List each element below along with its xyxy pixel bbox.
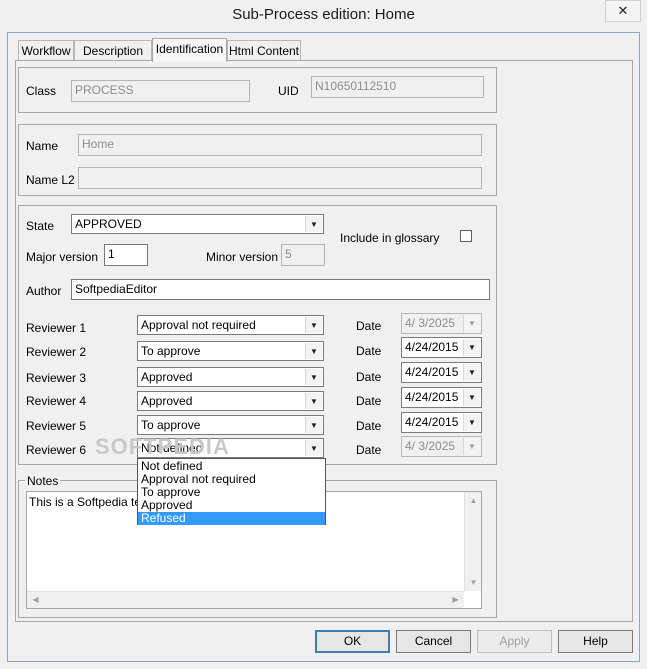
close-button[interactable]: ✕ — [605, 0, 641, 22]
vertical-scrollbar[interactable]: ▲ ▼ — [464, 492, 481, 591]
tab-label: Description — [82, 44, 144, 58]
reviewer-date-picker[interactable]: 4/24/2015 ▼ — [401, 337, 482, 358]
chevron-down-icon: ▼ — [463, 438, 480, 455]
name-field: Home — [78, 134, 482, 156]
reviewer-label: Reviewer 1 — [26, 321, 87, 335]
reviewer-status-value: Approval not required — [141, 318, 256, 332]
tab-identification[interactable]: Identification — [152, 38, 227, 62]
ok-button[interactable]: OK — [315, 630, 390, 653]
tab-label: Workflow — [21, 44, 71, 58]
scroll-down-icon[interactable]: ▼ — [465, 578, 482, 587]
major-version-field[interactable]: 1 — [104, 244, 148, 266]
reviewer-status-select[interactable]: To approve ▼ — [137, 341, 324, 361]
cancel-button[interactable]: Cancel — [396, 630, 471, 653]
reviewer-date-value: 4/ 3/2025 — [405, 439, 456, 453]
reviewer-date-value: 4/24/2015 — [405, 415, 459, 429]
name-l2-field — [78, 167, 482, 189]
tab-html-content[interactable]: Html Content — [227, 40, 301, 61]
date-label: Date — [356, 443, 382, 457]
reviewer-status-value: Approved — [141, 394, 193, 408]
close-icon: ✕ — [617, 3, 629, 18]
horizontal-scrollbar[interactable]: ◀ ▶ — [27, 591, 464, 608]
reviewer-label: Reviewer 3 — [26, 371, 87, 385]
major-version-label: Major version — [26, 250, 99, 264]
reviewer-status-select[interactable]: Approved ▼ — [137, 391, 324, 411]
help-button[interactable]: Help — [558, 630, 633, 653]
chevron-down-icon[interactable]: ▼ — [305, 369, 322, 385]
chevron-down-icon[interactable]: ▼ — [305, 417, 322, 433]
reviewer-status-select[interactable]: Approved ▼ — [137, 367, 324, 387]
scroll-left-icon[interactable]: ◀ — [27, 595, 44, 604]
reviewer-status-value: To approve — [141, 344, 201, 358]
scroll-up-icon[interactable]: ▲ — [465, 496, 482, 505]
reviewer-date-value: 4/24/2015 — [405, 365, 459, 379]
state-label: State — [26, 219, 55, 233]
reviewer-status-value: Approved — [141, 370, 193, 384]
reviewer-label: Reviewer 5 — [26, 419, 87, 433]
dropdown-option-highlighted[interactable]: Refused — [138, 512, 325, 525]
minor-version-field: 5 — [281, 244, 325, 266]
class-label: Class — [26, 84, 57, 98]
reviewer-date-picker[interactable]: 4/24/2015 ▼ — [401, 387, 482, 408]
reviewer-status-dropdown-list: Not defined Approval not required To app… — [137, 458, 326, 525]
glossary-checkbox[interactable] — [460, 230, 472, 242]
reviewer-date-value: 4/ 3/2025 — [405, 316, 456, 330]
tab-label: Identification — [155, 42, 224, 56]
reviewer-status-select[interactable]: To approve ▼ — [137, 415, 324, 435]
reviewer-date-picker: 4/ 3/2025 ▼ — [401, 313, 482, 334]
reviewer-status-select[interactable]: Approval not required ▼ — [137, 315, 324, 335]
reviewer-date-picker[interactable]: 4/24/2015 ▼ — [401, 412, 482, 433]
tab-strip: Workflow Description Identification Html… — [15, 38, 301, 62]
date-label: Date — [356, 344, 382, 358]
minor-version-label: Minor version — [206, 250, 279, 264]
watermark: SOFTPEDIA — [95, 434, 230, 459]
uid-label: UID — [278, 84, 299, 98]
chevron-down-icon[interactable]: ▼ — [305, 317, 322, 333]
author-field[interactable]: SoftpediaEditor — [71, 279, 490, 300]
state-select[interactable]: APPROVED ▼ — [71, 214, 324, 234]
state-value: APPROVED — [75, 217, 142, 231]
author-label: Author — [26, 284, 62, 298]
tab-description[interactable]: Description — [74, 40, 152, 61]
reviewer-date-value: 4/24/2015 — [405, 340, 459, 354]
date-label: Date — [356, 394, 382, 408]
date-label: Date — [356, 419, 382, 433]
date-label: Date — [356, 370, 382, 384]
scroll-right-icon[interactable]: ▶ — [447, 595, 464, 604]
date-label: Date — [356, 319, 382, 333]
chevron-down-icon[interactable]: ▼ — [305, 393, 322, 409]
glossary-label: Include in glossary — [340, 231, 440, 245]
reviewer-date-picker[interactable]: 4/24/2015 ▼ — [401, 362, 482, 383]
window-title: Sub-Process edition: Home — [232, 6, 415, 23]
reviewer-label: Reviewer 4 — [26, 394, 87, 408]
class-field: PROCESS — [71, 80, 250, 102]
chevron-down-icon: ▼ — [463, 315, 480, 332]
chevron-down-icon[interactable]: ▼ — [463, 364, 480, 381]
reviewer-status-value: To approve — [141, 418, 201, 432]
chevron-down-icon[interactable]: ▼ — [305, 216, 322, 232]
chevron-down-icon[interactable]: ▼ — [305, 440, 322, 456]
reviewer-label: Reviewer 6 — [26, 443, 87, 457]
reviewer-label: Reviewer 2 — [26, 345, 87, 359]
tab-label: Html Content — [228, 44, 300, 58]
reviewer-date-value: 4/24/2015 — [405, 390, 459, 404]
chevron-down-icon[interactable]: ▼ — [463, 414, 480, 431]
name-label: Name — [26, 139, 59, 153]
reviewer-date-picker: 4/ 3/2025 ▼ — [401, 436, 482, 457]
tab-workflow[interactable]: Workflow — [18, 40, 74, 61]
chevron-down-icon[interactable]: ▼ — [305, 343, 322, 359]
chevron-down-icon[interactable]: ▼ — [463, 339, 480, 356]
chevron-down-icon[interactable]: ▼ — [463, 389, 480, 406]
notes-label: Notes — [25, 474, 61, 488]
notes-text: This is a Softpedia test! — [29, 495, 154, 509]
uid-field: N10650112510 — [311, 76, 484, 98]
name-l2-label: Name L2 — [26, 173, 75, 187]
apply-button: Apply — [477, 630, 552, 653]
